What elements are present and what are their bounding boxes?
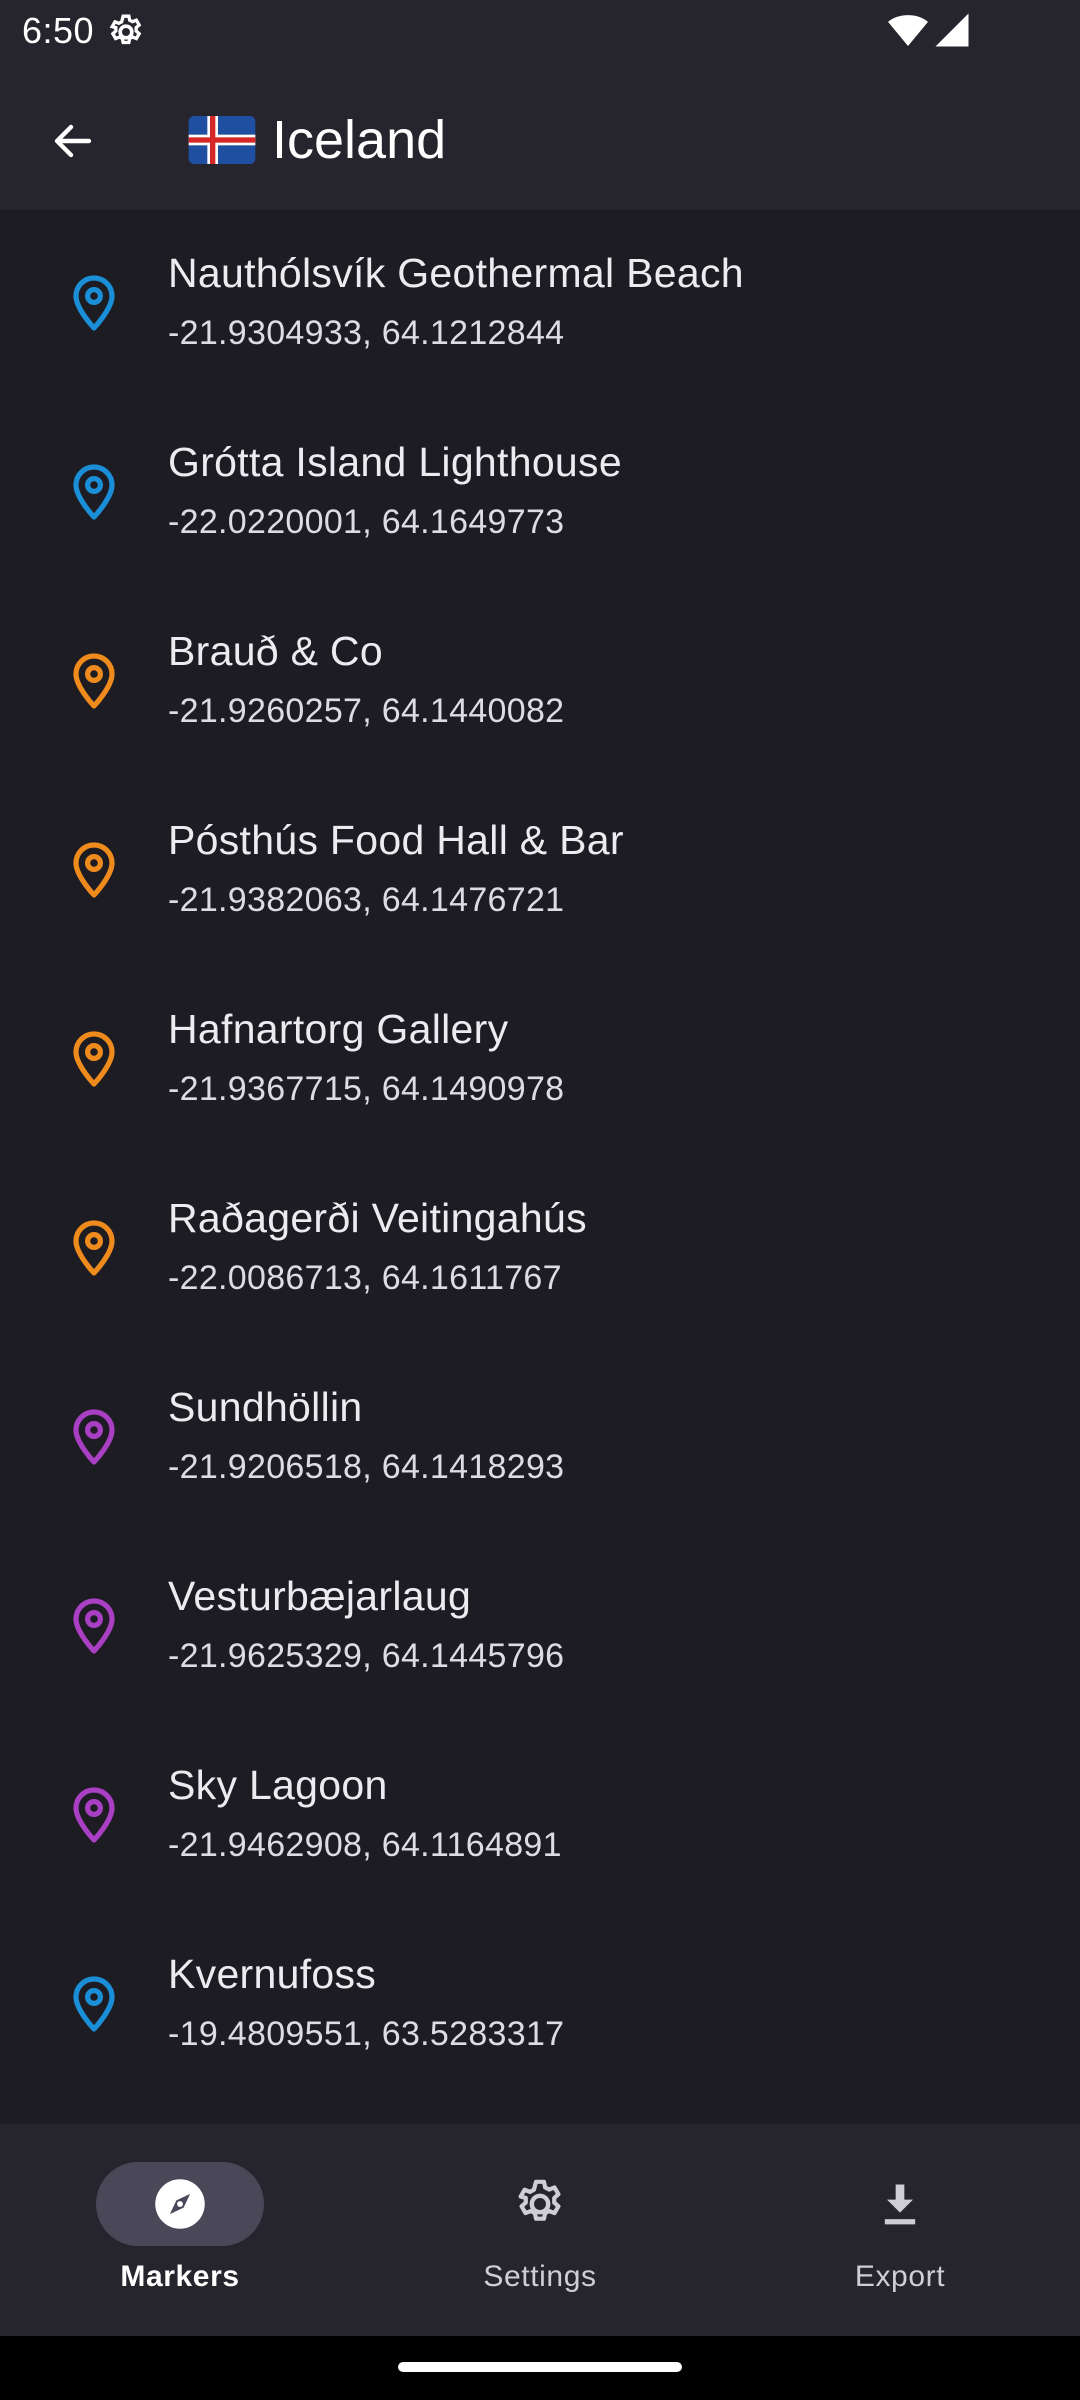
nav-label-export: Export [854, 2260, 946, 2293]
marker-coordinates: -21.9260257, 64.1440082 [168, 692, 565, 730]
map-pin-icon [73, 464, 115, 520]
top-app-bar: Iceland [0, 64, 1080, 210]
marker-coordinates: -21.9206518, 64.1418293 [168, 1448, 565, 1486]
marker-coordinates: -19.4809551, 63.5283317 [168, 2015, 565, 2053]
marker-coordinates: -21.9367715, 64.1490978 [168, 1070, 565, 1108]
nav-indicator [96, 2162, 264, 2246]
download-icon [884, 2184, 916, 2225]
map-pin-icon [73, 275, 115, 331]
marker-list-item[interactable]: Pósthús Food Hall & Bar -21.9382063, 64.1… [0, 777, 1080, 966]
map-pin-icon [73, 1787, 115, 1843]
bottom-navigation-bar: Markers Settings Export [0, 2124, 1080, 2336]
marker-name: Sundhöllin [168, 1384, 363, 1430]
back-button[interactable] [32, 100, 114, 182]
page-title: Iceland [188, 100, 446, 180]
nav-item-markers[interactable]: Markers [0, 2124, 360, 2336]
iceland-flag-icon [188, 116, 256, 164]
gear-icon [518, 2179, 561, 2221]
marker-coordinates: -21.9382063, 64.1476721 [168, 881, 565, 919]
marker-name: Nauthólsvík Geothermal Beach [168, 250, 744, 296]
marker-coordinates: -22.0086713, 64.1611767 [168, 1259, 562, 1297]
marker-name: Vesturbæjarlaug [168, 1573, 472, 1619]
compass-icon [155, 2179, 205, 2229]
arrow-left-icon [54, 124, 92, 158]
marker-name: Sky Lagoon [168, 1762, 388, 1808]
marker-list-item[interactable]: Vesturbæjarlaug -21.9625329, 64.1445796 [0, 1533, 1080, 1722]
marker-list-item[interactable]: Grótta Island Lighthouse -22.0220001, 64.… [0, 399, 1080, 588]
gesture-handle[interactable] [398, 2362, 682, 2372]
map-pin-icon [73, 1031, 115, 1087]
status-bar: 6:50 [0, 0, 1080, 64]
system-gesture-area [0, 2336, 1080, 2400]
map-pin-icon [73, 1976, 115, 2032]
marker-list-item[interactable]: Nauthólsvík Geothermal Beach -21.9304933,… [0, 210, 1080, 399]
marker-list-item[interactable]: Kvernufoss -19.4809551, 63.5283317 [0, 1911, 1080, 2100]
settings-gear-icon [109, 14, 142, 45]
marker-name: Hafnartorg Gallery [168, 1006, 509, 1052]
map-pin-icon [73, 653, 115, 709]
nav-label-markers: Markers [120, 2260, 240, 2293]
nav-item-settings[interactable]: Settings [360, 2124, 720, 2336]
page-title-text: Iceland [272, 110, 447, 170]
map-pin-icon [73, 842, 115, 898]
marker-name: Brauð & Co [168, 628, 383, 674]
nav-label-settings: Settings [483, 2260, 597, 2293]
marker-name: Kvernufoss [168, 1951, 377, 1997]
marker-list-item[interactable]: Brauð & Co -21.9260257, 64.1440082 [0, 588, 1080, 777]
marker-list-item[interactable]: Sky Lagoon -21.9462908, 64.1164891 [0, 1722, 1080, 1911]
marker-list-item[interactable]: Hafnartorg Gallery -21.9367715, 64.149097… [0, 966, 1080, 1155]
marker-list-item[interactable]: Raðagerði Veitingahús -22.0086713, 64.161… [0, 1155, 1080, 1344]
marker-list-item[interactable]: Sundhöllin -21.9206518, 64.1418293 [0, 1344, 1080, 1533]
marker-name: Pósthús Food Hall & Bar [168, 817, 624, 863]
marker-coordinates: -21.9625329, 64.1445796 [168, 1637, 565, 1675]
marker-list[interactable]: Nauthólsvík Geothermal Beach -21.9304933,… [0, 210, 1080, 2124]
cell-signal-icon [935, 13, 969, 47]
wifi-icon [888, 15, 928, 46]
map-pin-icon [73, 1220, 115, 1276]
map-pin-icon [73, 1409, 115, 1465]
marker-coordinates: -21.9462908, 64.1164891 [168, 1826, 562, 1864]
marker-name: Raðagerði Veitingahús [168, 1195, 587, 1241]
map-pin-icon [73, 1598, 115, 1654]
marker-name: Grótta Island Lighthouse [168, 439, 622, 485]
marker-coordinates: -22.0220001, 64.1649773 [168, 503, 565, 541]
status-time: 6:50 [22, 10, 95, 51]
nav-indicator [816, 2162, 984, 2246]
marker-coordinates: -21.9304933, 64.1212844 [168, 314, 565, 352]
nav-indicator [456, 2162, 624, 2246]
nav-item-export[interactable]: Export [720, 2124, 1080, 2336]
